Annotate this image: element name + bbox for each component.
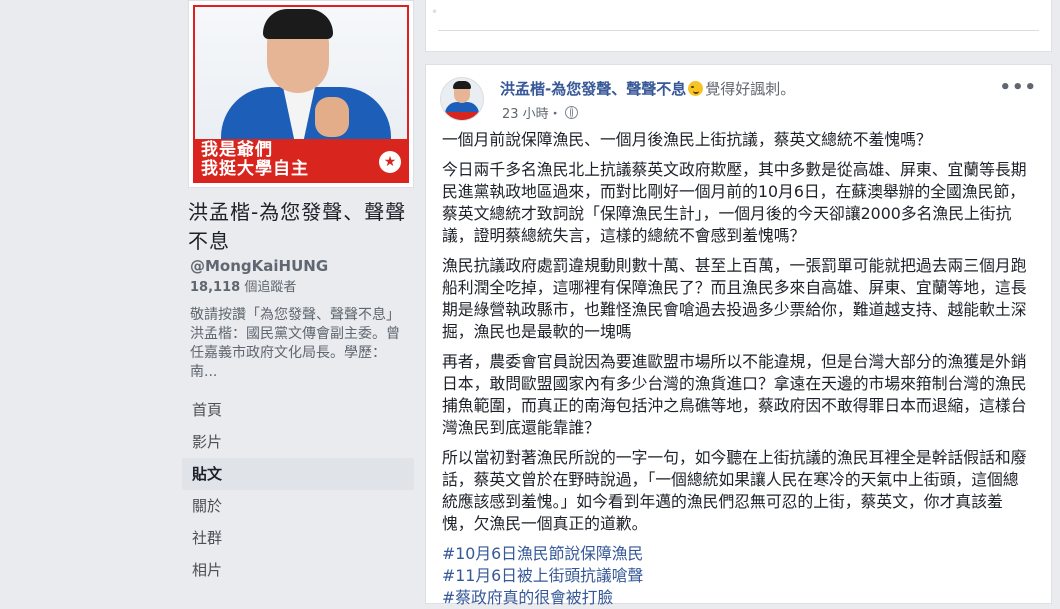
previous-post-card: • xyxy=(425,0,1052,52)
left-column: 我是爺們 我挺大學自主 ★ 洪孟楷-為您發聲、聲聲不息 @MongKaiHUNG… xyxy=(0,0,415,596)
post-paragraph: 所以當初對著漁民所說的一字一句，如今聽在上街抗議的漁民耳裡全是幹話假話和廢話，蔡… xyxy=(442,448,1027,533)
avatar[interactable] xyxy=(440,77,484,121)
hashtag-link[interactable]: #11月6日被上街頭抗議嗆聲 xyxy=(442,565,1032,587)
hashtag-list: #10月6日漁民節說保障漁民 #11月6日被上街頭抗議嗆聲 #蔡政府真的很會被打… xyxy=(442,543,1032,609)
divider xyxy=(438,30,1039,31)
post-author-link[interactable]: 洪孟楷-為您發聲、聲聲不息 xyxy=(500,80,686,98)
nav-item-posts[interactable]: 貼文 xyxy=(182,458,414,490)
profile-picture[interactable]: 我是爺們 我挺大學自主 ★ xyxy=(188,0,414,188)
post-paragraph: 再者，農委會官員說因為要進歐盟市場所以不能違規，但是台灣大部分的漁獲是外銷日本，… xyxy=(442,352,1027,437)
post-timestamp[interactable]: 23 小時・ xyxy=(502,103,578,122)
post-paragraph: 今日兩千多名漁民北上抗議蔡英文政府欺壓，其中多數是從高雄、屏東、宜蘭等長期民進黨… xyxy=(442,160,1027,245)
smirk-emoji-icon xyxy=(688,81,704,96)
post-feeling: 覺得好諷刺。 xyxy=(705,80,796,98)
post-body: 一個月前說保障漁民、一個月後漁民上街抗議，蔡英文總統不羞愧嗎？ 今日兩千多名漁民… xyxy=(442,129,1032,609)
dot-icon: • xyxy=(431,5,439,19)
page-handle[interactable]: @MongKaiHUNG xyxy=(190,257,328,275)
page-title[interactable]: 洪孟楷-為您發聲、聲聲不息 xyxy=(188,198,414,256)
party-logo-icon: ★ xyxy=(379,151,401,173)
post-card: 洪孟楷-為您發聲、聲聲不息 覺得好諷刺。 23 小時・ ••• 一個月前說保障漁民… xyxy=(425,64,1052,607)
nav-item-photos[interactable]: 相片 xyxy=(182,554,414,586)
profile-slogan: 我是爺們 我挺大學自主 xyxy=(201,140,309,179)
page-nav: 首頁 影片 貼文 關於 社群 相片 xyxy=(182,394,414,586)
nav-item-about[interactable]: 關於 xyxy=(182,490,414,522)
post-paragraph: 漁民抗議政府處罰違規動則數十萬、甚至上百萬，一張罰單可能就把過去兩三個月跑船利潤… xyxy=(442,256,1027,341)
post-paragraph: 一個月前說保障漁民、一個月後漁民上街抗議，蔡英文總統不羞愧嗎？ xyxy=(442,130,932,149)
nav-item-videos[interactable]: 影片 xyxy=(182,426,414,458)
post-header: 洪孟楷-為您發聲、聲聲不息 覺得好諷刺。 xyxy=(500,79,795,99)
hashtag-link[interactable]: #10月6日漁民節說保障漁民 xyxy=(442,543,1032,565)
page-about: 敬請按讚「為您發聲、聲聲不息」洪孟楷：國民黨文傳會副主委。曾任嘉義市政府文化局長… xyxy=(190,307,400,380)
nav-item-home[interactable]: 首頁 xyxy=(182,394,414,426)
more-options-icon[interactable]: ••• xyxy=(999,77,1037,98)
hashtag-link[interactable]: #蔡政府真的很會被打臉 xyxy=(442,587,1032,609)
profile-photo: 我是爺們 我挺大學自主 ★ xyxy=(193,5,409,183)
globe-icon xyxy=(564,106,578,119)
followers-count: 18,118 個追蹤者 xyxy=(190,280,297,295)
nav-item-community[interactable]: 社群 xyxy=(182,522,414,554)
